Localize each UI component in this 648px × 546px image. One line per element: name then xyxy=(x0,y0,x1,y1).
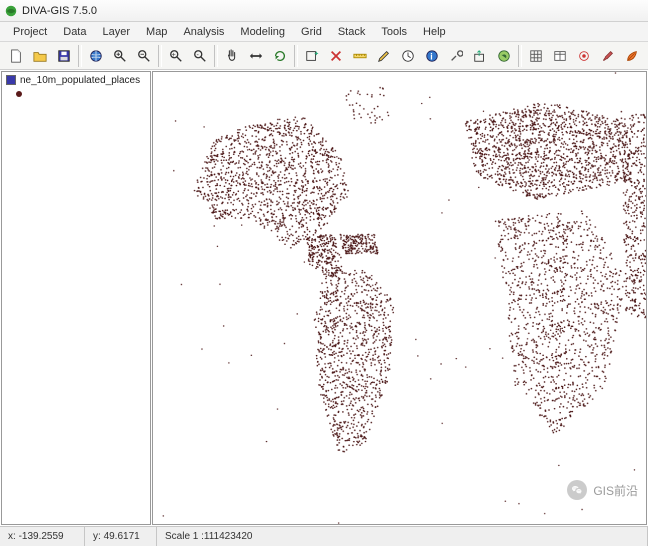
app-icon xyxy=(4,4,18,18)
table-icon[interactable] xyxy=(549,45,571,67)
info-icon[interactable]: i xyxy=(421,45,443,67)
statusbar: x: -139.2559 y: 49.6171 Scale 1 :1114234… xyxy=(0,526,648,546)
status-scale: Scale 1 :111423420 xyxy=(157,527,648,546)
export-icon[interactable] xyxy=(469,45,491,67)
svg-text:i: i xyxy=(430,51,432,61)
toolbar-separator xyxy=(294,45,298,67)
layer-label: ne_10m_populated_places xyxy=(20,75,140,86)
toolbar: + - i xyxy=(0,42,648,70)
menu-map[interactable]: Map xyxy=(139,24,174,40)
new-file-icon[interactable] xyxy=(5,45,27,67)
layer-panel: ne_10m_populated_places xyxy=(1,71,151,525)
world-icon[interactable] xyxy=(493,45,515,67)
zoom-in-icon[interactable]: + xyxy=(165,45,187,67)
menu-modeling[interactable]: Modeling xyxy=(233,24,292,40)
clock-icon[interactable] xyxy=(397,45,419,67)
layer-checkbox-icon[interactable] xyxy=(6,75,16,85)
map-canvas[interactable] xyxy=(153,72,646,524)
menu-layer[interactable]: Layer xyxy=(96,24,138,40)
status-y: y: 49.6171 xyxy=(85,527,157,546)
zoom-out-icon[interactable] xyxy=(133,45,155,67)
menubar: ProjectDataLayerMapAnalysisModelingGridS… xyxy=(0,22,648,42)
toolbar-separator xyxy=(158,45,162,67)
pencil-icon[interactable] xyxy=(373,45,395,67)
layer-symbol-icon xyxy=(16,91,22,97)
ruler-icon[interactable] xyxy=(349,45,371,67)
menu-stack[interactable]: Stack xyxy=(331,24,373,40)
svg-text:+: + xyxy=(172,51,176,58)
window-title: DIVA-GIS 7.5.0 xyxy=(22,5,97,17)
menu-analysis[interactable]: Analysis xyxy=(176,24,231,40)
remove-layer-icon[interactable] xyxy=(325,45,347,67)
status-x: x: -139.2559 xyxy=(0,527,85,546)
toolbar-separator xyxy=(518,45,522,67)
brush-icon[interactable] xyxy=(597,45,619,67)
open-file-icon[interactable] xyxy=(29,45,51,67)
map-viewport[interactable]: GIS前沿 xyxy=(152,71,647,525)
globe-icon[interactable] xyxy=(85,45,107,67)
menu-data[interactable]: Data xyxy=(56,24,93,40)
add-layer-icon[interactable] xyxy=(301,45,323,67)
layer-item[interactable]: ne_10m_populated_places xyxy=(2,72,150,89)
magnify-icon[interactable]: - xyxy=(189,45,211,67)
menu-tools[interactable]: Tools xyxy=(374,24,414,40)
toolbar-separator xyxy=(78,45,82,67)
titlebar: DIVA-GIS 7.5.0 xyxy=(0,0,648,22)
arrows-h-icon[interactable] xyxy=(245,45,267,67)
zoom-icon[interactable] xyxy=(109,45,131,67)
menu-help[interactable]: Help xyxy=(416,24,453,40)
refresh-icon[interactable] xyxy=(269,45,291,67)
grid-icon[interactable] xyxy=(525,45,547,67)
save-icon[interactable] xyxy=(53,45,75,67)
leaf-icon[interactable] xyxy=(621,45,643,67)
target-icon[interactable] xyxy=(573,45,595,67)
toolbar-separator xyxy=(214,45,218,67)
tools-icon[interactable] xyxy=(445,45,467,67)
menu-project[interactable]: Project xyxy=(6,24,54,40)
pan-icon[interactable] xyxy=(221,45,243,67)
menu-grid[interactable]: Grid xyxy=(294,24,329,40)
